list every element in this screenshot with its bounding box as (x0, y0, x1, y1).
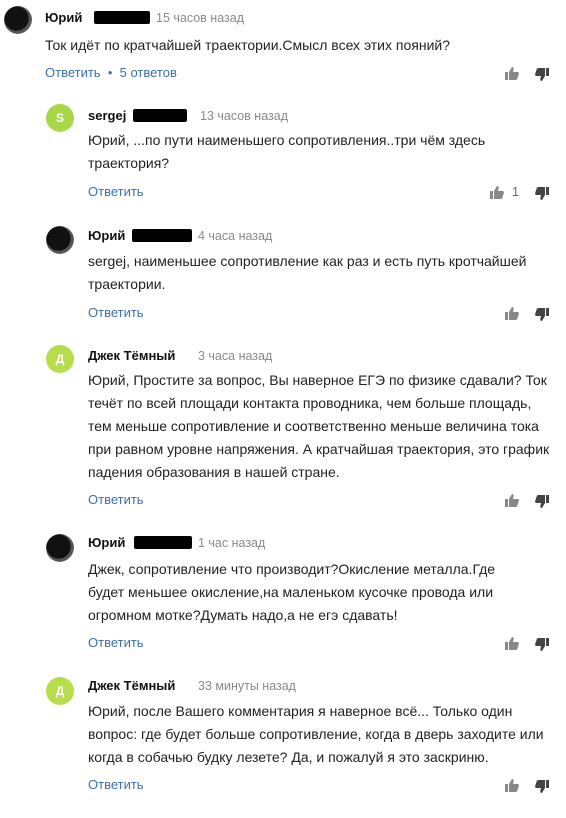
comment-author[interactable]: Юрий (45, 10, 82, 25)
avatar[interactable]: S (46, 104, 74, 132)
thumbs-down-icon[interactable] (535, 68, 549, 81)
separator-dot: • (104, 65, 116, 80)
comment: Юрий 1 час назад Джек, сопротивление что… (0, 528, 566, 668)
like-count: 1 (512, 185, 519, 199)
avatar[interactable]: Д (46, 677, 74, 705)
redacted-surname (133, 109, 187, 122)
comment-author[interactable]: sergej (88, 108, 126, 123)
avatar[interactable] (4, 6, 32, 34)
thumbs-down-icon[interactable] (535, 495, 549, 508)
redacted-surname (134, 536, 192, 549)
comment: Юрий 15 часов назад Ток идёт по кратчайш… (0, 0, 566, 90)
thumbs-up-icon[interactable] (505, 494, 519, 507)
comment-author[interactable]: Юрий (88, 228, 125, 243)
reply-link[interactable]: Ответить (88, 777, 144, 792)
thumbs-down-icon[interactable] (535, 780, 549, 793)
avatar[interactable] (46, 534, 74, 562)
comment-text: Юрий, после Вашего комментария я наверно… (88, 703, 544, 765)
comment-time[interactable]: 1 час назад (198, 536, 265, 550)
thumbs-up-icon[interactable] (505, 779, 519, 792)
thumbs-down-icon[interactable] (535, 308, 549, 321)
thumbs-up-icon[interactable] (505, 67, 519, 80)
reply-link[interactable]: Ответить (88, 305, 144, 320)
comment-text: Джек, сопротивление что производит?Окисл… (88, 561, 496, 623)
comment-time[interactable]: 3 часа назад (198, 349, 272, 363)
thumbs-down-icon[interactable] (535, 638, 549, 651)
thumbs-up-icon[interactable] (505, 307, 519, 320)
redacted-surname (94, 11, 150, 24)
comment-author[interactable]: Джек Тёмный (88, 348, 175, 363)
avatar[interactable] (46, 226, 74, 254)
thumbs-up-icon[interactable] (505, 637, 519, 650)
comment-text: Ток идёт по кратчайшей траектории.Смысл … (45, 37, 451, 53)
reply-link[interactable]: Ответить (88, 492, 144, 507)
comment: Д Джек Тёмный 3 часа назад Юрий, Простит… (0, 340, 566, 520)
reply-label[interactable]: Ответить (45, 65, 101, 80)
reply-link[interactable]: Ответить (88, 184, 144, 199)
redacted-surname (132, 229, 192, 242)
replies-count-link[interactable]: 5 ответов (120, 65, 177, 80)
thumbs-up-icon[interactable] (490, 186, 504, 199)
comment-author[interactable]: Юрий (88, 535, 125, 550)
comment: Юрий 4 часа назад sergej, наименьшее соп… (0, 220, 566, 330)
avatar[interactable]: Д (46, 345, 74, 373)
comment-author[interactable]: Джек Тёмный (88, 678, 175, 693)
thumbs-down-icon[interactable] (535, 187, 549, 200)
reply-link[interactable]: Ответить (88, 635, 144, 650)
comment-text: Юрий, Простите за вопрос, Вы наверное ЕГ… (88, 372, 550, 480)
comment-time[interactable]: 33 минуты назад (198, 679, 296, 693)
comment: S sergej 13 часов назад Юрий, ...по пути… (0, 100, 566, 210)
comment-time[interactable]: 4 часа назад (198, 229, 272, 243)
comment-time[interactable]: 15 часов назад (156, 11, 244, 25)
comment-text: sergej, наименьшее сопротивление как раз… (88, 253, 527, 292)
comment-text: Юрий, ...по пути наименьшего сопротивлен… (88, 132, 486, 171)
comment-time[interactable]: 13 часов назад (200, 109, 288, 123)
comment: Д Джек Тёмный 33 минуты назад Юрий, посл… (0, 672, 566, 818)
reply-link[interactable]: Ответить • 5 ответов (45, 65, 177, 80)
